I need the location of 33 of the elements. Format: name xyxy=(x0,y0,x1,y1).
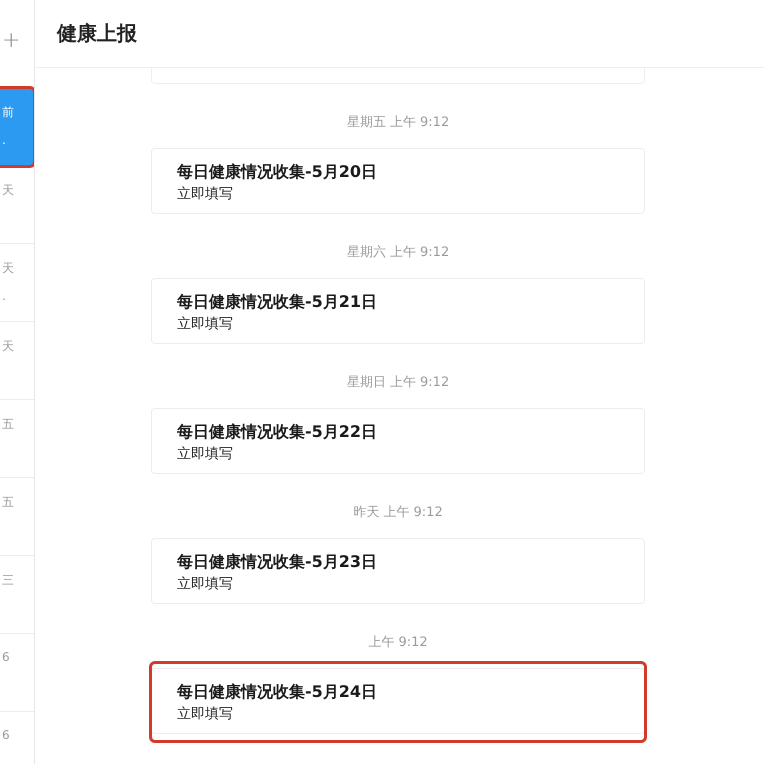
chat-time: 三 xyxy=(2,572,14,589)
chat-time: 五 xyxy=(2,416,14,433)
card-title: 每日健康情况收集-5月20日 xyxy=(177,161,378,183)
chat-time: 天 xyxy=(2,182,14,199)
card-title: 每日健康情况收集-5月23日 xyxy=(177,551,378,573)
fill-now-link[interactable]: 立即填写 xyxy=(177,704,233,724)
message-time: 上午 9:12 xyxy=(367,634,429,652)
chat-time: 前 xyxy=(2,104,14,121)
chat-time: 6 xyxy=(2,728,10,742)
card-title: 每日健康情况收集-5月24日 xyxy=(177,681,378,703)
card-title: 每日健康情况收集-5月21日 xyxy=(177,291,378,313)
chat-time: 五 xyxy=(2,494,14,511)
message-card[interactable]: 每日健康情况收集-5月20日 立即填写 xyxy=(151,148,645,214)
message-time: 星期日 上午 9:12 xyxy=(346,374,450,392)
add-button[interactable]: + xyxy=(2,28,20,52)
message-card[interactable]: 每日健康情况收集-5月22日 立即填写 xyxy=(151,408,645,474)
chat-preview: . xyxy=(2,133,6,147)
fill-now-link[interactable]: 立即填写 xyxy=(177,574,233,594)
message-time: 星期五 上午 9:12 xyxy=(346,114,450,132)
chat-preview: . xyxy=(2,289,6,303)
message-card[interactable]: 每日健康情况收集-5月21日 立即填写 xyxy=(151,278,645,344)
card-title: 每日健康情况收集-5月22日 xyxy=(177,421,378,443)
fill-now-link[interactable]: 立即填写 xyxy=(177,444,233,464)
message-card[interactable]: 每日健康情况收集-5月23日 立即填写 xyxy=(151,538,645,604)
message-time: 星期六 上午 9:12 xyxy=(346,244,450,262)
chat-time: 6 xyxy=(2,650,10,664)
chat-time: 天 xyxy=(2,260,14,277)
fill-now-link[interactable]: 立即填写 xyxy=(177,184,233,204)
chat-time: 天 xyxy=(2,338,14,355)
message-card[interactable]: 每日健康情况收集-5月24日 立即填写 xyxy=(151,668,645,734)
fill-now-link[interactable]: 立即填写 xyxy=(177,314,233,334)
chat-title: 健康上报 xyxy=(57,20,137,47)
message-time: 昨天 上午 9:12 xyxy=(352,504,444,522)
